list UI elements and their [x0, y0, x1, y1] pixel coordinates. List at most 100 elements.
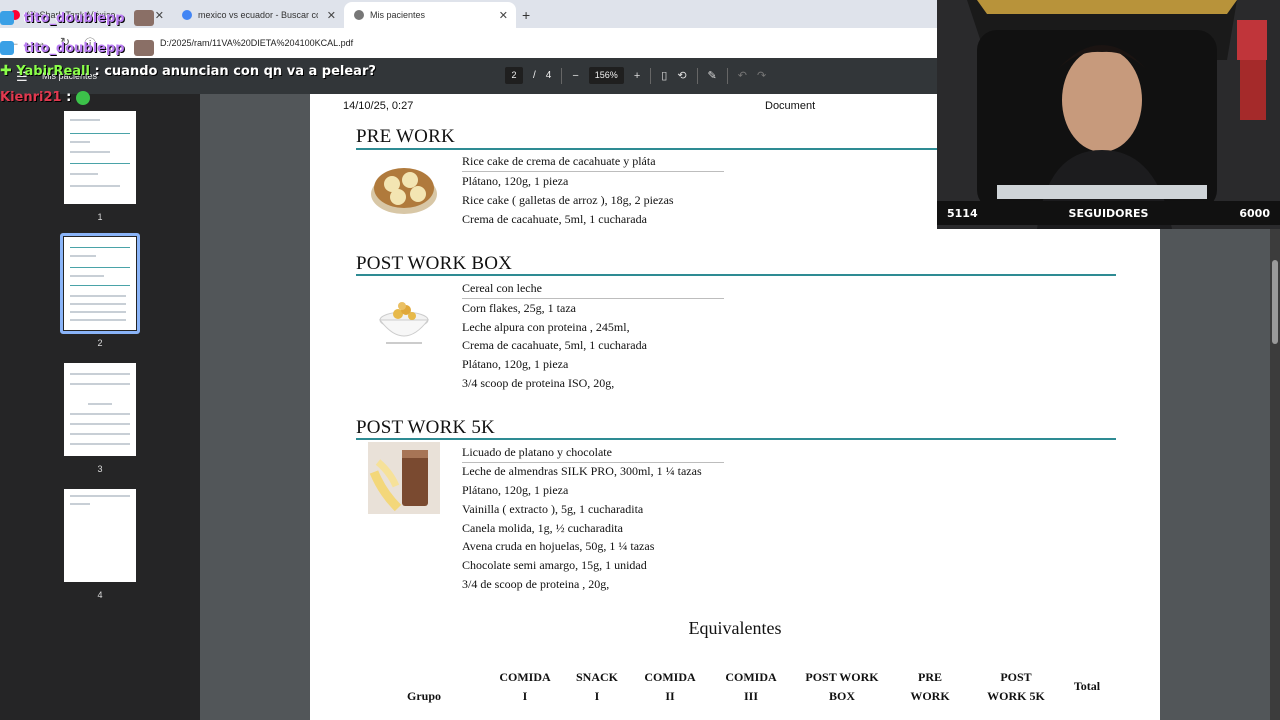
ingredient-item: Crema de cacahuate, 5ml, 1 cucharada	[462, 338, 647, 352]
chocolate-shake-image	[368, 442, 440, 514]
print-date: 14/10/25, 0:27	[343, 100, 414, 112]
meal-divider	[462, 171, 724, 172]
divider	[726, 67, 728, 84]
page-thumbnail-3[interactable]	[64, 363, 136, 456]
column-header-snack-i: SNACK I	[575, 670, 618, 703]
divider	[650, 67, 652, 84]
ingredient-item: Crema de cacahuate, 5ml, 1 cucharada	[462, 212, 647, 226]
chat-platform-icon	[0, 10, 14, 25]
streamer-webcam-image	[937, 0, 1280, 229]
chat-platform-icon	[0, 40, 14, 55]
chat-message: tito_doublepp	[0, 37, 155, 56]
tab-mis-pacientes[interactable]: Mis pacientes ✕	[344, 2, 516, 28]
ingredient-item: Plátano, 120g, 1 pieza	[462, 357, 569, 371]
thumbnail-label: 4	[97, 590, 103, 600]
close-tab-icon[interactable]: ✕	[499, 9, 508, 22]
scrollbar-thumb[interactable]	[1272, 260, 1278, 344]
chat-avatar	[134, 39, 155, 56]
chat-username: tito_doublepp	[23, 11, 125, 26]
zoom-input[interactable]: 156%	[588, 67, 624, 84]
pdf-controls: 2 / 4 − 156% + ▯ ⟲ ✎ ↶ ↷	[505, 67, 766, 84]
column-header-pre-work: PRE WORK	[910, 670, 950, 703]
follower-goal: 6000	[1239, 206, 1270, 220]
fit-page-icon[interactable]: ▯	[661, 69, 667, 82]
chat-username: tito_doublepp	[23, 41, 125, 56]
section-divider	[356, 438, 1116, 440]
annotate-icon[interactable]: ✎	[708, 69, 717, 82]
page-number-input[interactable]: 2	[505, 67, 523, 84]
url-field[interactable]: D:/2025/ram/11VA%20DIETA%204100KCAL.pdf	[160, 38, 353, 48]
ingredient-item: Leche alpura con proteina , 245ml,	[462, 320, 630, 334]
zoom-out-icon[interactable]: −	[572, 70, 578, 82]
follower-goal-bar: 5114 SEGUIDORES 6000	[937, 201, 1280, 225]
column-header-comida-ii: COMIDA II	[644, 670, 696, 703]
tab-google-search[interactable]: mexico vs ecuador - Buscar con... ✕	[172, 2, 344, 28]
new-tab-icon[interactable]: +	[522, 2, 530, 28]
section-title: PRE WORK	[356, 126, 455, 147]
chat-text: :	[66, 90, 72, 105]
chat-message: ✚ YabirReall : cuando anuncian con qn va…	[0, 63, 376, 79]
thumbnail-label: 2	[97, 338, 103, 348]
follower-label: SEGUIDORES	[1068, 206, 1149, 220]
meal-name: Rice cake de crema de cacahuate y pláta	[462, 154, 656, 168]
chat-badge-icon: ✚	[0, 63, 12, 79]
tab-label: mexico vs ecuador - Buscar con...	[198, 10, 318, 20]
equivalents-title: Equivalentes	[688, 618, 782, 638]
cereal-bowl-image	[378, 302, 430, 344]
thumbnail-label: 3	[97, 464, 103, 474]
ingredient-item: 3/4 de scoop de proteina , 20g,	[462, 577, 610, 591]
webcam-overlay: 5114 SEGUIDORES 6000	[937, 0, 1280, 229]
chat-text: : cuando anuncian con qn va a pelear?	[94, 64, 376, 79]
meal-divider	[462, 462, 724, 463]
ingredient-item: Canela molida, 1g, ½ cucharadita	[462, 521, 623, 535]
ingredient-item: Avena cruda en hojuelas, 50g, 1 ¼ tazas	[462, 539, 655, 553]
column-header-grupo: Grupo	[406, 689, 441, 703]
thumbnail-sidebar: 1 2 3 4	[0, 94, 200, 720]
column-header-total: Total	[1073, 679, 1101, 693]
meal-name: Licuado de platano y chocolate	[462, 445, 612, 459]
chat-message: tito_doublepp	[0, 7, 155, 26]
page-separator: /	[533, 70, 536, 81]
chat-avatar	[134, 9, 155, 26]
ingredient-item: Plátano, 120g, 1 pieza	[462, 483, 569, 497]
chat-username: Kienri21	[0, 90, 62, 105]
rotate-icon[interactable]: ⟲	[677, 69, 686, 82]
column-header-comida-iii: COMIDA III	[725, 670, 777, 703]
globe-favicon-icon	[354, 10, 364, 20]
tab-label: Mis pacientes	[370, 10, 426, 20]
ingredient-item: 3/4 scoop de proteina ISO, 20g,	[462, 376, 615, 390]
print-title: Document	[765, 100, 816, 112]
section-divider	[356, 274, 1116, 276]
column-header-post-work-box: POST WORK BOX	[805, 670, 879, 703]
close-tab-icon[interactable]: ✕	[327, 9, 336, 22]
thumbnail-label: 1	[97, 212, 103, 222]
column-header-comida-i: COMIDA I	[499, 670, 551, 703]
ingredient-item: Vainilla ( extracto ), 5g, 1 cucharadita	[462, 502, 644, 516]
follower-count: 5114	[947, 206, 978, 220]
ingredient-item: Plátano, 120g, 1 pieza	[462, 174, 569, 188]
meal-divider	[462, 298, 724, 299]
total-pages: 4	[545, 70, 552, 81]
close-tab-icon[interactable]: ✕	[155, 9, 164, 22]
ingredient-item: Leche de almendras SILK PRO, 300ml, 1 ¼ …	[462, 464, 702, 478]
divider	[696, 67, 698, 84]
chat-username: YabirReall	[16, 64, 90, 79]
section-title: POST WORK BOX	[356, 253, 513, 274]
page-thumbnail-1[interactable]	[64, 111, 136, 204]
ingredient-item: Rice cake ( galletas de arroz ), 18g, 2 …	[462, 193, 674, 207]
column-header-post-work-5k: POST WORK 5K	[987, 670, 1045, 703]
undo-icon[interactable]: ↶	[738, 69, 747, 82]
rice-cake-image	[371, 168, 437, 214]
ingredient-item: Chocolate semi amargo, 15g, 1 unidad	[462, 558, 647, 572]
redo-icon[interactable]: ↷	[757, 69, 766, 82]
zoom-in-icon[interactable]: +	[634, 70, 640, 82]
google-favicon-icon	[182, 10, 192, 20]
chat-message: Kienri21 :	[0, 90, 90, 105]
chat-emote-icon	[75, 90, 90, 105]
page-thumbnail-4[interactable]	[64, 489, 136, 582]
divider	[561, 67, 563, 84]
section-title: POST WORK 5K	[356, 417, 495, 438]
page-thumbnail-2[interactable]	[64, 237, 136, 330]
ingredient-item: Corn flakes, 25g, 1 taza	[462, 301, 576, 315]
meal-name: Cereal con leche	[462, 281, 542, 295]
